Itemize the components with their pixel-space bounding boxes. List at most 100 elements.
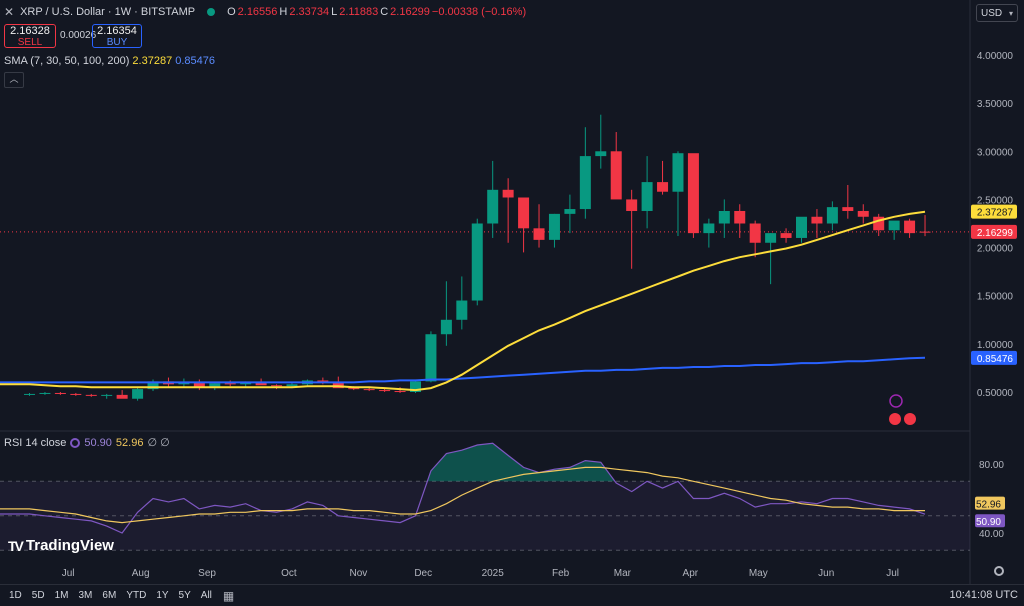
timeframe-1y[interactable]: 1Y [151, 590, 173, 601]
candle-body [826, 207, 838, 224]
timeframe-ytd[interactable]: YTD [121, 590, 151, 601]
time-axis-label: Dec [414, 568, 432, 579]
candle-body [564, 209, 576, 214]
candle-body [456, 300, 468, 320]
price-axis-label: 2.37287 [977, 208, 1014, 219]
price-tick-label: 3.50000 [977, 99, 1014, 110]
candle-body [24, 393, 35, 395]
spread-value: 0.00026 [60, 30, 97, 41]
time-axis-label: Aug [132, 568, 150, 579]
rsi-tick-label: 80.00 [979, 460, 1004, 471]
candle-body [765, 233, 777, 243]
time-axis-label: Mar [614, 568, 632, 579]
timeframe-1d[interactable]: 1D [4, 590, 27, 601]
candle-body [286, 384, 298, 387]
candle-body [394, 391, 406, 393]
tradingview-wordmark: TradingView [25, 537, 114, 554]
candle-body [579, 156, 591, 210]
timeframe-5d[interactable]: 5D [27, 590, 50, 601]
sma-label: SMA (7, 30, 50, 100, 200) [4, 55, 130, 67]
ohlc-value: 2.33734 [289, 6, 330, 18]
candle-body [672, 153, 684, 192]
currency-select[interactable]: USD [976, 4, 1018, 23]
event-flag-icon [889, 413, 901, 425]
candle-body [379, 390, 391, 392]
price-tick-label: 3.00000 [977, 147, 1014, 158]
candle-body [842, 207, 854, 211]
collapse-legend-chevron-up-icon[interactable]: ︿ [4, 72, 24, 88]
candle-body [348, 388, 360, 390]
candle-body [548, 213, 560, 240]
sell-button[interactable]: 2.16328 SELL [4, 24, 56, 48]
rsi-legend[interactable]: RSI 14 close 50.90 52.96 ∅ ∅ [4, 436, 170, 450]
buy-price: 2.16354 [97, 25, 137, 37]
time-axis-label: Oct [281, 568, 297, 579]
rsi-empty-values: ∅ ∅ [147, 437, 170, 449]
timeframe-3m[interactable]: 3M [74, 590, 98, 601]
price-axis-label: 0.85476 [977, 354, 1014, 365]
time-axis-label: Sep [198, 568, 216, 579]
candle-body [70, 393, 82, 395]
price-tick-label: 1.50000 [977, 292, 1014, 303]
timeframe-6m[interactable]: 6M [97, 590, 121, 601]
indicator-settings-icon[interactable] [70, 437, 81, 448]
timeframe-all[interactable]: All [196, 590, 217, 601]
time-axis-label: Apr [683, 568, 699, 579]
candle-body [54, 392, 66, 394]
candle-body [595, 151, 607, 157]
candle-body [703, 223, 715, 234]
sell-price: 2.16328 [10, 25, 50, 37]
candle-body [749, 223, 761, 243]
ohlc-value: 2.11883 [339, 6, 379, 18]
candle-body [440, 319, 452, 335]
time-axis-settings-icon[interactable] [994, 566, 1004, 576]
timeframe-5y[interactable]: 5Y [174, 590, 196, 601]
candle-body [502, 189, 514, 198]
candle-body [796, 216, 807, 238]
calendar-icon[interactable]: ▦ [223, 589, 234, 603]
rsi-label: RSI 14 close [4, 436, 67, 449]
candle-body [363, 389, 375, 391]
candle-body [919, 231, 931, 233]
buy-label: BUY [106, 37, 128, 48]
time-axis-label: May [749, 568, 768, 579]
bottom-toolbar: 1D 5D 1M 3M 6M YTD 1Y 5Y All ▦ 10:41:08 UTC [0, 584, 1024, 606]
time-axis-label: Feb [552, 568, 570, 579]
event-lightning-icon [889, 394, 903, 408]
candle-body [687, 153, 699, 234]
ohlc-key-o: O [227, 6, 236, 18]
clock[interactable]: 10:41:08 UTC [950, 589, 1018, 601]
candle-body [780, 233, 792, 238]
time-axis-label: Nov [349, 568, 367, 579]
market-open-indicator-icon [207, 8, 216, 16]
candle-body [224, 383, 236, 385]
ohlc-key-l: L [331, 6, 338, 18]
ohlc-values: O 2.16556 H 2.33734 L 2.11883 C 2.16299 −0.00338… [227, 6, 528, 18]
tradingview-mark-icon: TV [8, 537, 24, 554]
rsi-value: 50.90 [84, 436, 112, 449]
chart-header: ✕ XRP / U.S. Dollar · 1W · BITSTAMP O 2.1… [4, 4, 528, 20]
candle-body [718, 210, 730, 224]
symbol-title[interactable]: XRP / U.S. Dollar · 1W · BITSTAMP [20, 6, 195, 18]
chart-canvas[interactable]: 4.000003.500003.000002.500002.000001.500… [0, 0, 1024, 584]
time-axis-label: 2025 [482, 568, 505, 579]
price-tick-label: 0.50000 [977, 388, 1014, 399]
sma-value-slow: 0.85476 [175, 55, 216, 67]
timeframe-1m[interactable]: 1M [50, 590, 74, 601]
tradingview-logo: TV TradingView [8, 537, 114, 554]
candle-body [39, 392, 51, 394]
time-axis-label: Jul [62, 568, 75, 579]
candle-body [857, 210, 869, 217]
sma-legend[interactable]: SMA (7, 30, 50, 100, 200) 2.37287 0.8547… [4, 55, 215, 67]
close-icon[interactable]: ✕ [4, 5, 14, 19]
ohlc-key-h: H [279, 6, 288, 18]
buy-button[interactable]: 2.16354 BUY [92, 24, 142, 48]
candle-body [518, 197, 530, 229]
rsi-axis-label: 50.90 [976, 517, 1001, 528]
rsi-ma-value: 52.96 [115, 436, 144, 449]
sma-value-fast: 2.37287 [132, 55, 173, 67]
candle-body [101, 394, 113, 396]
candle-body [85, 394, 97, 396]
candle-body [811, 216, 823, 224]
candle-body [487, 189, 499, 224]
